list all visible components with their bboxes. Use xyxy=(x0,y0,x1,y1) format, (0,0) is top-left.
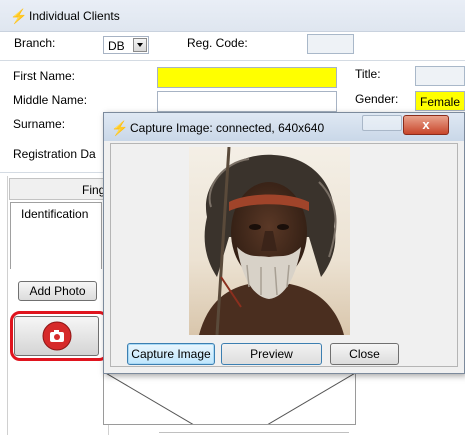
maximize-button[interactable] xyxy=(362,115,402,131)
fingerprint-header-label: Fing xyxy=(82,183,106,197)
capture-image-label: Capture Image xyxy=(131,347,211,361)
first-name-label: First Name: xyxy=(13,69,76,83)
identification-panel xyxy=(10,224,102,269)
close-icon[interactable]: x xyxy=(403,115,449,135)
photo-placeholder xyxy=(103,372,356,425)
preview-label: Preview xyxy=(250,347,293,361)
fingerprint-tab-header[interactable]: Fing xyxy=(9,178,106,200)
title-field[interactable] xyxy=(415,66,465,86)
tab-identification[interactable]: Identification xyxy=(10,202,102,224)
add-photo-label: Add Photo xyxy=(29,284,86,298)
dialog-body: Capture Image Preview Close xyxy=(110,143,458,367)
chevron-down-icon[interactable] xyxy=(133,38,147,52)
close-label: Close xyxy=(349,347,380,361)
lightning-icon: ⚡ xyxy=(111,120,129,136)
add-photo-button[interactable]: Add Photo xyxy=(18,281,97,301)
surname-label: Surname: xyxy=(13,117,66,131)
captured-photo xyxy=(189,147,350,335)
capture-image-dialog: ⚡ Capture Image: connected, 640x640 x Ca… xyxy=(103,112,465,374)
branch-select-value: DB xyxy=(108,39,125,53)
preview-button[interactable]: Preview xyxy=(221,343,322,365)
registration-date-label: Registration Da xyxy=(13,147,96,161)
reg-code-label: Reg. Code: xyxy=(187,36,248,50)
dialog-titlebar[interactable]: ⚡ Capture Image: connected, 640x640 x xyxy=(104,113,464,141)
middle-name-field[interactable] xyxy=(157,91,337,112)
dialog-title: Capture Image: connected, 640x640 xyxy=(130,121,325,135)
first-name-field[interactable] xyxy=(157,67,337,88)
lightning-icon: ⚡ xyxy=(10,8,28,24)
capture-image-button[interactable]: Capture Image xyxy=(127,343,215,365)
gender-select-value: Female xyxy=(420,95,461,109)
divider xyxy=(159,432,349,436)
camera-icon xyxy=(42,321,72,351)
divider xyxy=(0,60,465,61)
main-window-title: Individual Clients xyxy=(29,9,120,23)
main-window-titlebar: ⚡ Individual Clients xyxy=(0,0,465,32)
gender-label: Gender: xyxy=(355,92,399,106)
middle-name-label: Middle Name: xyxy=(13,93,88,107)
branch-select[interactable]: DB xyxy=(103,36,149,54)
branch-label: Branch: xyxy=(14,36,56,50)
close-button[interactable]: Close xyxy=(330,343,399,365)
gender-select[interactable]: Female xyxy=(415,91,465,111)
camera-button[interactable] xyxy=(14,316,99,356)
tab-identification-label: Identification xyxy=(21,207,89,221)
reg-code-field[interactable] xyxy=(307,34,354,54)
title-label: Title: xyxy=(355,67,381,81)
